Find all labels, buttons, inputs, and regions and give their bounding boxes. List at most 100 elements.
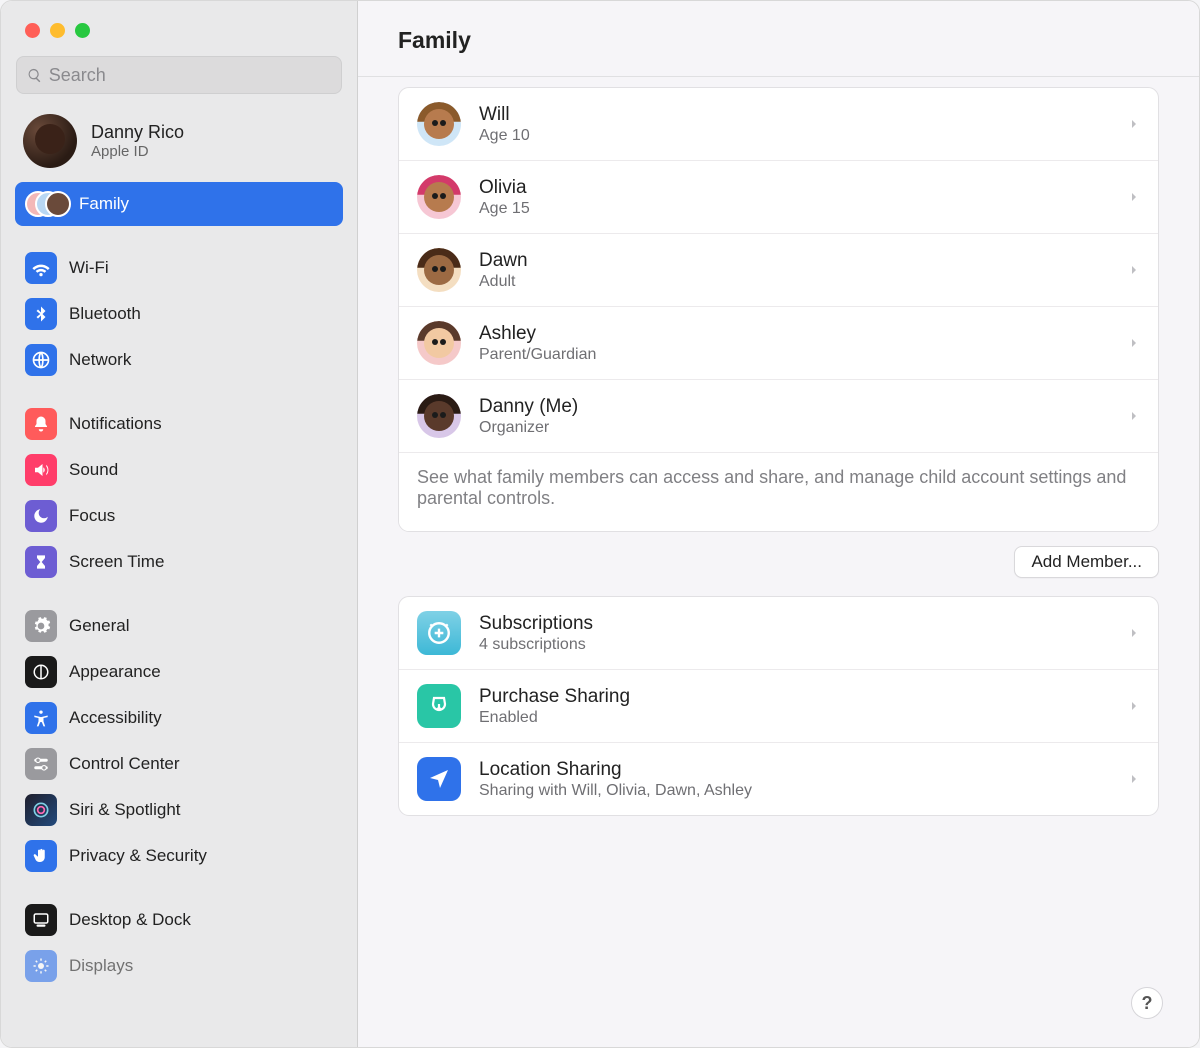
sidebar-item-network[interactable]: Network (15, 338, 343, 382)
accessibility-icon (25, 702, 57, 734)
location-icon (417, 757, 461, 801)
sidebar-item-label: Focus (69, 506, 115, 526)
purchase-sharing-icon (417, 684, 461, 728)
sidebar-item-privacy[interactable]: Privacy & Security (15, 834, 343, 878)
chevron-right-icon (1128, 770, 1140, 788)
member-avatar (417, 321, 461, 365)
member-avatar (417, 248, 461, 292)
search-field[interactable] (16, 56, 342, 94)
feature-row-purchase-sharing[interactable]: Purchase Sharing Enabled (399, 670, 1158, 743)
gear-icon (25, 610, 57, 642)
fullscreen-window-button[interactable] (75, 23, 90, 38)
sidebar-item-label: Privacy & Security (69, 846, 207, 866)
feature-sub: Enabled (479, 709, 1110, 727)
user-sub: Apple ID (91, 143, 184, 160)
apple-id-profile[interactable]: Danny Rico Apple ID (1, 108, 357, 180)
member-name: Olivia (479, 177, 1110, 199)
sidebar-item-appearance[interactable]: Appearance (15, 650, 343, 694)
sidebar-item-label: Family (79, 194, 129, 214)
sidebar-item-label: Notifications (69, 414, 162, 434)
sidebar-item-focus[interactable]: Focus (15, 494, 343, 538)
page-title: Family (398, 27, 1159, 54)
member-name: Dawn (479, 250, 1110, 272)
minimize-window-button[interactable] (50, 23, 65, 38)
member-row-dawn[interactable]: Dawn Adult (399, 234, 1158, 307)
chevron-right-icon (1128, 697, 1140, 715)
member-sub: Age 10 (479, 127, 1110, 145)
member-sub: Age 15 (479, 200, 1110, 218)
user-name: Danny Rico (91, 122, 184, 143)
sidebar-item-label: General (69, 616, 129, 636)
member-row-danny[interactable]: Danny (Me) Organizer (399, 380, 1158, 453)
search-input[interactable] (49, 65, 331, 86)
sidebar-item-accessibility[interactable]: Accessibility (15, 696, 343, 740)
feature-title: Subscriptions (479, 613, 1110, 635)
chevron-right-icon (1128, 624, 1140, 642)
bluetooth-icon (25, 298, 57, 330)
sidebar-item-label: Control Center (69, 754, 180, 774)
displays-icon (25, 950, 57, 982)
subscriptions-icon (417, 611, 461, 655)
member-sub: Parent/Guardian (479, 346, 1110, 364)
help-button[interactable]: ? (1131, 987, 1163, 1019)
feature-title: Purchase Sharing (479, 686, 1110, 708)
feature-title: Location Sharing (479, 759, 1110, 781)
member-row-olivia[interactable]: Olivia Age 15 (399, 161, 1158, 234)
member-row-will[interactable]: Will Age 10 (399, 88, 1158, 161)
dock-icon (25, 904, 57, 936)
sidebar-item-desktop-dock[interactable]: Desktop & Dock (15, 898, 343, 942)
members-caption: See what family members can access and s… (399, 453, 1158, 531)
sidebar-item-screen-time[interactable]: Screen Time (15, 540, 343, 584)
sidebar-item-label: Bluetooth (69, 304, 141, 324)
sound-icon (25, 454, 57, 486)
family-icon (25, 188, 67, 220)
feature-row-location-sharing[interactable]: Location Sharing Sharing with Will, Oliv… (399, 743, 1158, 815)
hand-icon (25, 840, 57, 872)
sidebar-item-label: Wi-Fi (69, 258, 109, 278)
sidebar-item-label: Desktop & Dock (69, 910, 191, 930)
chevron-right-icon (1128, 115, 1140, 133)
moon-icon (25, 500, 57, 532)
sidebar-item-family[interactable]: Family (15, 182, 343, 226)
sidebar-item-label: Sound (69, 460, 118, 480)
family-members-card: Will Age 10 Olivia Age 15 (398, 87, 1159, 532)
sidebar-item-displays[interactable]: Displays (15, 944, 343, 988)
search-icon (27, 67, 43, 84)
sidebar-item-label: Accessibility (69, 708, 162, 728)
appearance-icon (25, 656, 57, 688)
sidebar-item-label: Siri & Spotlight (69, 800, 181, 820)
chevron-right-icon (1128, 188, 1140, 206)
chevron-right-icon (1128, 334, 1140, 352)
member-row-ashley[interactable]: Ashley Parent/Guardian (399, 307, 1158, 380)
member-avatar (417, 394, 461, 438)
sidebar-item-sound[interactable]: Sound (15, 448, 343, 492)
member-name: Danny (Me) (479, 396, 1110, 418)
window-controls (1, 1, 357, 56)
member-sub: Organizer (479, 419, 1110, 437)
siri-icon (25, 794, 57, 826)
member-avatar (417, 102, 461, 146)
sidebar-item-label: Network (69, 350, 131, 370)
member-sub: Adult (479, 273, 1110, 291)
sidebar-item-label: Displays (69, 956, 133, 976)
sharing-card: Subscriptions 4 subscriptions Purchase S… (398, 596, 1159, 816)
member-name: Will (479, 104, 1110, 126)
sidebar-item-notifications[interactable]: Notifications (15, 402, 343, 446)
close-window-button[interactable] (25, 23, 40, 38)
member-avatar (417, 175, 461, 219)
sidebar-item-wifi[interactable]: Wi-Fi (15, 246, 343, 290)
sidebar-item-siri[interactable]: Siri & Spotlight (15, 788, 343, 832)
sidebar-item-general[interactable]: General (15, 604, 343, 648)
add-member-button[interactable]: Add Member... (1014, 546, 1159, 578)
bell-icon (25, 408, 57, 440)
hourglass-icon (25, 546, 57, 578)
sidebar-item-control-center[interactable]: Control Center (15, 742, 343, 786)
member-name: Ashley (479, 323, 1110, 345)
feature-row-subscriptions[interactable]: Subscriptions 4 subscriptions (399, 597, 1158, 670)
feature-sub: Sharing with Will, Olivia, Dawn, Ashley (479, 782, 1110, 800)
sidebar-item-bluetooth[interactable]: Bluetooth (15, 292, 343, 336)
chevron-right-icon (1128, 407, 1140, 425)
sidebar: Danny Rico Apple ID Family Wi-Fi Bluetoo… (1, 1, 358, 1047)
sidebar-item-label: Screen Time (69, 552, 164, 572)
user-avatar (23, 114, 77, 168)
